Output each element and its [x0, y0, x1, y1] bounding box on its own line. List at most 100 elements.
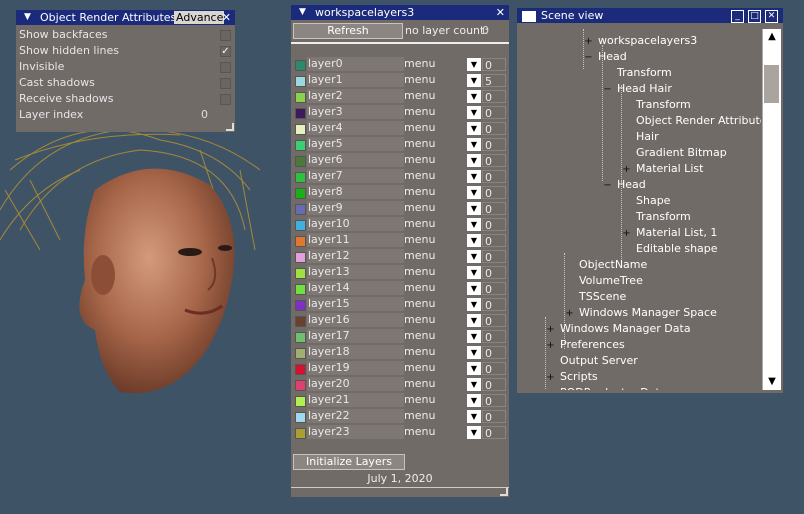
layer-menu-dropdown-icon[interactable]: ▼ [467, 74, 481, 87]
ora-option-checkbox[interactable]: ✓ [220, 46, 231, 57]
layer-menu-dropdown-icon[interactable]: ▼ [467, 218, 481, 231]
collapse-icon[interactable]: − [603, 181, 612, 191]
layer-menu-dropdown-icon[interactable]: ▼ [467, 330, 481, 343]
layer-name-field[interactable]: layer23 [307, 425, 404, 439]
layer-color-swatch[interactable] [295, 236, 306, 247]
layer-count-field[interactable]: 0 [482, 218, 506, 232]
layer-count-field[interactable]: 0 [482, 202, 506, 216]
layer-color-swatch[interactable] [295, 380, 306, 391]
layer-color-swatch[interactable] [295, 252, 306, 263]
close-icon[interactable]: ✕ [496, 5, 505, 20]
layer-color-swatch[interactable] [295, 76, 306, 87]
layer-count-field[interactable]: 0 [482, 426, 506, 440]
layer-menu-dropdown-icon[interactable]: ▼ [467, 378, 481, 391]
layer-menu-dropdown-icon[interactable]: ▼ [467, 266, 481, 279]
layer-name-field[interactable]: layer3 [307, 105, 404, 119]
layer-menu-dropdown-icon[interactable]: ▼ [467, 170, 481, 183]
layer-count-field[interactable]: 0 [482, 282, 506, 296]
expand-icon[interactable]: + [546, 373, 555, 383]
layer-name-field[interactable]: layer8 [307, 185, 404, 199]
layer-color-swatch[interactable] [295, 348, 306, 359]
layer-color-swatch[interactable] [295, 124, 306, 135]
collapse-icon[interactable]: − [584, 53, 593, 63]
ora-option-checkbox[interactable] [220, 30, 231, 41]
collapse-arrow-icon[interactable]: ▼ [299, 5, 306, 20]
layer-menu-dropdown-icon[interactable]: ▼ [467, 186, 481, 199]
layer-color-swatch[interactable] [295, 60, 306, 71]
layer-name-field[interactable]: layer1 [307, 73, 404, 87]
layer-name-field[interactable]: layer17 [307, 329, 404, 343]
layer-count-field[interactable]: 0 [482, 58, 506, 72]
layer-count-field[interactable]: 0 [482, 170, 506, 184]
layer-count-field[interactable]: 0 [482, 378, 506, 392]
ora-option-checkbox[interactable] [220, 94, 231, 105]
close-icon[interactable]: ✕ [222, 10, 231, 25]
layer-color-swatch[interactable] [295, 396, 306, 407]
close-icon[interactable]: ✕ [765, 10, 778, 23]
layer-menu-dropdown-icon[interactable]: ▼ [467, 314, 481, 327]
layer-color-swatch[interactable] [295, 188, 306, 199]
layer-menu-dropdown-icon[interactable]: ▼ [467, 234, 481, 247]
layer-count-field[interactable]: 0 [482, 346, 506, 360]
scroll-down-icon[interactable]: ▼ [763, 374, 781, 390]
vertical-scrollbar[interactable]: ▲ ▼ [762, 29, 781, 390]
layer-menu-dropdown-icon[interactable]: ▼ [467, 346, 481, 359]
layer-menu-dropdown-icon[interactable]: ▼ [467, 362, 481, 375]
layer-count-field[interactable]: 0 [482, 122, 506, 136]
layer-menu-dropdown-icon[interactable]: ▼ [467, 298, 481, 311]
ora-option-checkbox[interactable] [220, 62, 231, 73]
layer-color-swatch[interactable] [295, 220, 306, 231]
layer-count-field[interactable]: 0 [482, 330, 506, 344]
expand-icon[interactable]: + [584, 37, 593, 47]
maximize-icon[interactable]: □ [748, 10, 761, 23]
layer-name-field[interactable]: layer0 [307, 57, 404, 71]
expand-icon[interactable]: + [622, 229, 631, 239]
layer-count-field[interactable]: 0 [482, 154, 506, 168]
layer-name-field[interactable]: layer19 [307, 361, 404, 375]
collapse-arrow-icon[interactable]: ▼ [24, 10, 31, 25]
scene-view-titlebar[interactable]: Scene view _ □ ✕ [517, 8, 783, 23]
layer-name-field[interactable]: layer13 [307, 265, 404, 279]
layer-count-field[interactable]: 5 [482, 74, 506, 88]
layer-count-field[interactable]: 0 [482, 394, 506, 408]
layer-name-field[interactable]: layer7 [307, 169, 404, 183]
layer-count-field[interactable]: 0 [482, 186, 506, 200]
layer-menu-dropdown-icon[interactable]: ▼ [467, 250, 481, 263]
scene-tree[interactable]: + workspacelayers3− Head Transform − Head Hai… [520, 29, 761, 390]
layer-menu-dropdown-icon[interactable]: ▼ [467, 90, 481, 103]
expand-icon[interactable]: + [546, 341, 555, 351]
collapse-icon[interactable]: − [603, 85, 612, 95]
layer-color-swatch[interactable] [295, 428, 306, 439]
ora-titlebar[interactable]: ▼ Object Render Attributes Advanced ✕ [16, 10, 235, 25]
layer-name-field[interactable]: layer9 [307, 201, 404, 215]
scroll-thumb[interactable] [764, 65, 779, 103]
layer-name-field[interactable]: layer11 [307, 233, 404, 247]
layer-color-swatch[interactable] [295, 108, 306, 119]
resize-grip-icon[interactable] [500, 488, 508, 496]
layer-color-swatch[interactable] [295, 92, 306, 103]
layer-name-field[interactable]: layer20 [307, 377, 404, 391]
layer-count-field[interactable]: 0 [482, 138, 506, 152]
scroll-up-icon[interactable]: ▲ [763, 29, 781, 45]
layer-count-field[interactable]: 0 [482, 106, 506, 120]
layer-menu-dropdown-icon[interactable]: ▼ [467, 138, 481, 151]
expand-icon[interactable]: + [622, 165, 631, 175]
layer-count-field[interactable]: 0 [482, 266, 506, 280]
layer-menu-dropdown-icon[interactable]: ▼ [467, 202, 481, 215]
layer-menu-dropdown-icon[interactable]: ▼ [467, 394, 481, 407]
layer-color-swatch[interactable] [295, 172, 306, 183]
layer-color-swatch[interactable] [295, 332, 306, 343]
layer-menu-dropdown-icon[interactable]: ▼ [467, 282, 481, 295]
wsl-titlebar[interactable]: ▼ workspacelayers3 ✕ [291, 5, 509, 20]
layer-name-field[interactable]: layer15 [307, 297, 404, 311]
expand-icon[interactable]: + [546, 325, 555, 335]
expand-icon[interactable]: + [565, 309, 574, 319]
layer-name-field[interactable]: layer18 [307, 345, 404, 359]
layer-count-field[interactable]: 0 [482, 410, 506, 424]
ora-option-checkbox[interactable] [220, 78, 231, 89]
layer-color-swatch[interactable] [295, 412, 306, 423]
layer-color-swatch[interactable] [295, 268, 306, 279]
layer-name-field[interactable]: layer16 [307, 313, 404, 327]
layer-name-field[interactable]: layer4 [307, 121, 404, 135]
layer-name-field[interactable]: layer21 [307, 393, 404, 407]
